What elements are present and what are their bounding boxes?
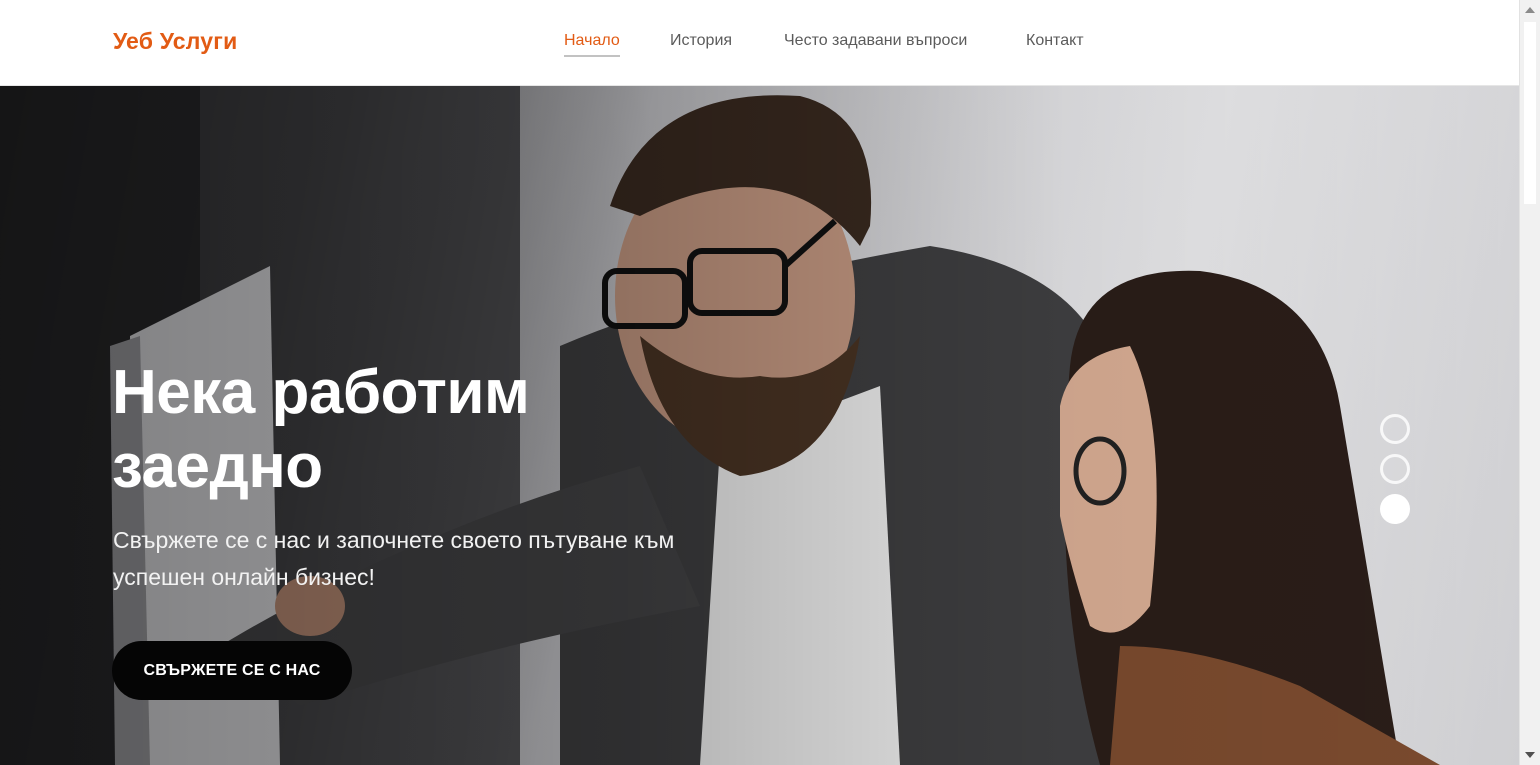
carousel-dot-1[interactable] (1380, 414, 1410, 444)
nav-link-contact[interactable]: Контакт (1026, 32, 1084, 50)
contact-us-button[interactable]: СВЪРЖЕТЕ СЕ С НАС (112, 641, 352, 700)
carousel-dot-2[interactable] (1380, 454, 1410, 484)
page-scrollbar[interactable] (1519, 0, 1540, 765)
scrollbar-thumb[interactable] (1524, 22, 1536, 204)
hero-title: Нека работим заедно (112, 356, 672, 504)
hero-title-line-1: Нека работим (112, 358, 530, 427)
nav-link-home[interactable]: Начало (564, 32, 620, 57)
hero-subtitle: Свържете се с нас и започнете своето път… (113, 527, 675, 590)
brand-logo-text[interactable]: Уеб Услуги (113, 28, 237, 55)
top-navbar: Уеб Услуги Начало История Често задавани… (0, 0, 1519, 86)
scroll-up-arrow-icon[interactable] (1525, 7, 1535, 13)
nav-link-history[interactable]: История (670, 32, 732, 50)
carousel-dot-3-active[interactable] (1380, 494, 1410, 524)
hero-section: Нека работим заедно Свържете се с нас и … (0, 86, 1519, 765)
scroll-down-arrow-icon[interactable] (1525, 752, 1535, 758)
nav-link-faq[interactable]: Често задавани въпроси (784, 32, 967, 50)
hero-title-line-2: заедно (112, 432, 323, 501)
